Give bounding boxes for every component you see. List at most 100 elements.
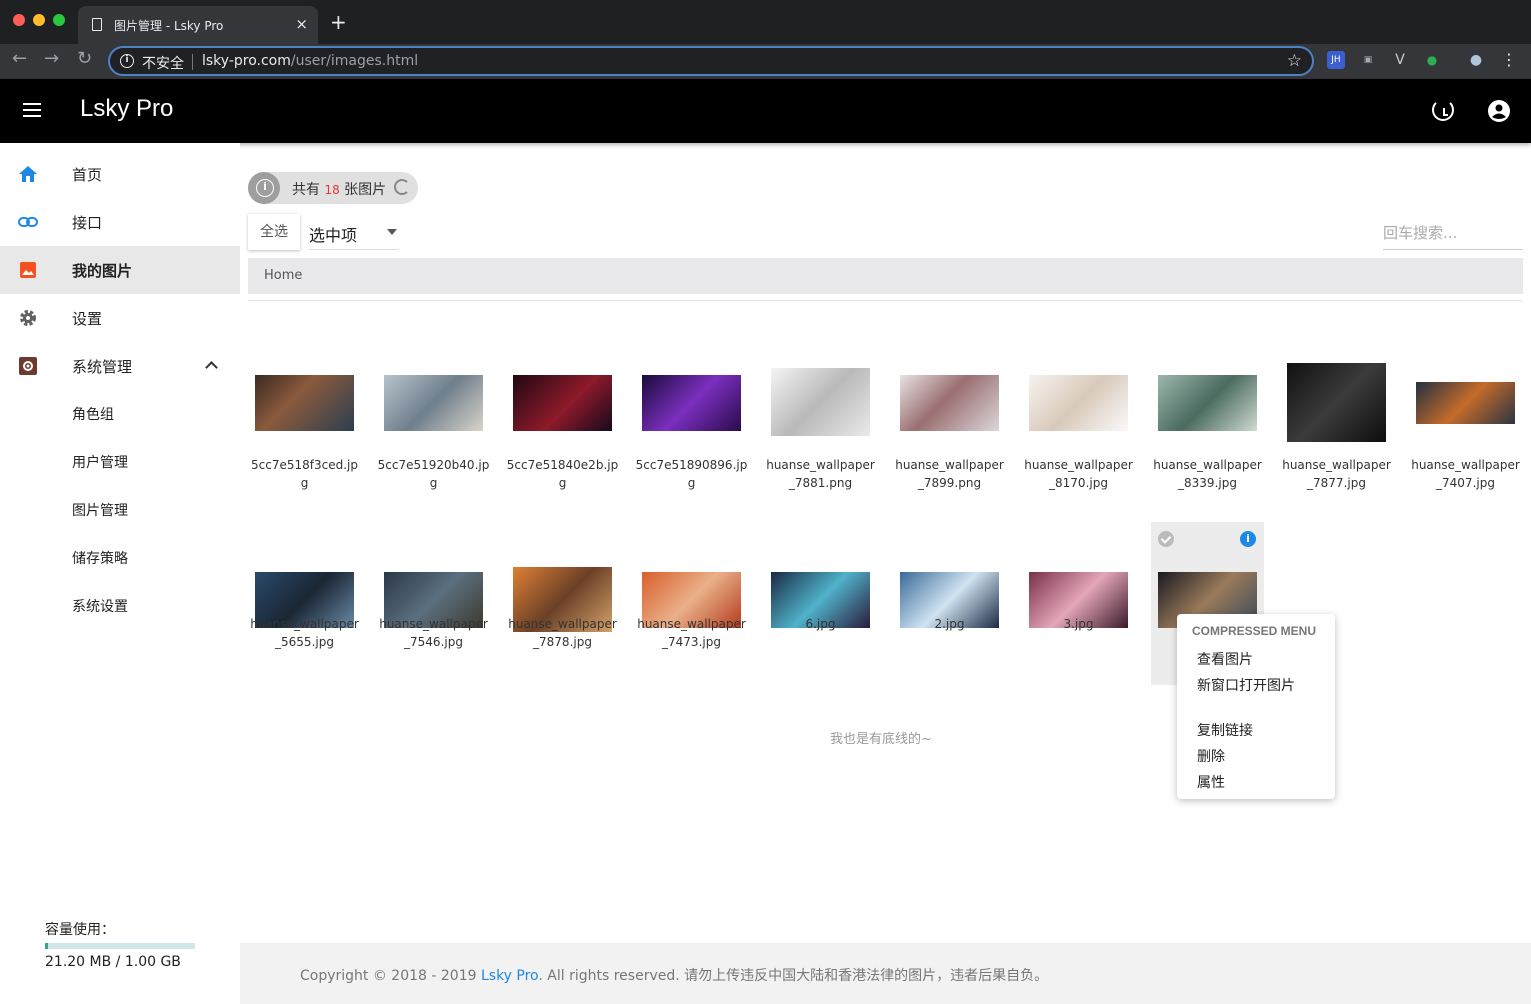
image-card[interactable]: huanse_wallpaper_7878.jpg: [506, 522, 619, 685]
sidebar-item-api[interactable]: 接口: [0, 198, 240, 246]
tab-title: 图片管理 - Lsky Pro: [114, 19, 224, 33]
end-of-list-note: 我也是有底线的~: [830, 732, 932, 747]
image-card[interactable]: huanse_wallpaper_7881.png: [764, 363, 877, 526]
menu-item-copy-link[interactable]: 复制链接: [1197, 720, 1253, 740]
image-thumbnail[interactable]: [384, 375, 483, 431]
image-thumbnail[interactable]: [513, 375, 612, 431]
image-card[interactable]: 5cc7e518f3ced.jpg: [248, 363, 361, 526]
new-tab-button[interactable]: +: [330, 12, 347, 32]
sidebar-subitem-users[interactable]: 用户管理: [0, 438, 240, 486]
image-card[interactable]: 6.jpg: [764, 522, 877, 685]
window-close-button[interactable]: [13, 14, 25, 26]
image-info-icon[interactable]: i: [1240, 531, 1256, 547]
sidebar-item-settings[interactable]: 设置: [0, 294, 240, 342]
image-filename: huanse_wallpaper_8170.jpg: [1024, 458, 1133, 490]
sidebar-item-home[interactable]: 首页: [0, 150, 240, 198]
sidebar-item-label: 接口: [72, 214, 103, 232]
sidebar-item-system-admin[interactable]: 系统管理: [0, 342, 240, 390]
image-card[interactable]: huanse_wallpaper_7473.jpg: [635, 522, 748, 685]
sidebar-item-label: 首页: [72, 166, 103, 184]
context-menu: COMPRESSED MENU 查看图片 新窗口打开图片 复制链接 删除 属性: [1177, 614, 1335, 799]
footer: Copyright © 2018 - 2019 Lsky Pro. All ri…: [240, 943, 1531, 1004]
image-card[interactable]: 5cc7e51840e2b.jpg: [506, 363, 619, 526]
image-filename: huanse_wallpaper_7878.jpg: [508, 617, 617, 649]
menu-item-open-new-window[interactable]: 新窗口打开图片: [1197, 675, 1295, 695]
image-card[interactable]: huanse_wallpaper_7407.jpg: [1409, 363, 1522, 526]
image-card[interactable]: huanse_wallpaper_7899.png: [893, 363, 1006, 526]
reload-icon[interactable]: ↻: [77, 48, 92, 69]
breadcrumb: Home: [248, 258, 1523, 294]
browser-tab-bar: 图片管理 - Lsky Pro × +: [0, 0, 1531, 44]
image-card[interactable]: huanse_wallpaper_7546.jpg: [377, 522, 490, 685]
document-icon: [92, 18, 102, 31]
sidebar-item-label: 设置: [72, 310, 103, 328]
sidebar-subitem-roles[interactable]: 角色组: [0, 390, 240, 438]
image-thumbnail[interactable]: [771, 368, 870, 436]
image-filename: huanse_wallpaper_5655.jpg: [250, 617, 359, 649]
sidebar-item-my-images[interactable]: 我的图片: [0, 246, 240, 294]
browser-menu-icon[interactable]: ⋮: [1500, 51, 1518, 69]
browser-toolbar: ← → ↻ i 不安全 lsky-pro.com/user/images.htm…: [0, 44, 1531, 79]
footer-brand-link[interactable]: Lsky Pro: [481, 968, 538, 984]
image-thumbnail[interactable]: [1029, 375, 1128, 431]
menu-item-view-image[interactable]: 查看图片: [1197, 649, 1253, 669]
sidebar-subitem-label: 储存策略: [72, 551, 128, 567]
forward-icon[interactable]: →: [44, 48, 59, 69]
image-thumbnail[interactable]: [1416, 382, 1515, 424]
select-check-icon[interactable]: [1158, 531, 1174, 547]
image-card[interactable]: huanse_wallpaper_8170.jpg: [1022, 363, 1135, 526]
sidebar-subitem-system-settings[interactable]: 系统设置: [0, 582, 240, 630]
site-info-icon[interactable]: i: [120, 54, 134, 68]
hamburger-menu-icon[interactable]: [23, 103, 41, 117]
image-card[interactable]: 3.jpg: [1022, 522, 1135, 685]
brand-title[interactable]: Lsky Pro: [80, 95, 173, 123]
account-icon[interactable]: [1487, 99, 1511, 123]
back-icon[interactable]: ←: [12, 48, 27, 69]
image-thumbnail[interactable]: [900, 375, 999, 431]
image-thumbnail[interactable]: [642, 375, 741, 431]
image-card[interactable]: huanse_wallpaper_5655.jpg: [248, 522, 361, 685]
extension-jh-icon[interactable]: JH: [1327, 51, 1345, 69]
sidebar-subitem-image-admin[interactable]: 图片管理: [0, 486, 240, 534]
selected-action-dropdown[interactable]: 选中项: [309, 214, 399, 250]
sidebar-subitem-label: 用户管理: [72, 455, 128, 471]
window-maximize-button[interactable]: [53, 14, 65, 26]
extension-screen-icon[interactable]: ▣: [1359, 51, 1377, 69]
refresh-icon[interactable]: [1432, 99, 1454, 121]
copyright-suffix: . All rights reserved. 请勿上传违反中国大陆和香港法律的图…: [538, 968, 1049, 984]
refresh-count-icon[interactable]: [394, 179, 410, 195]
sidebar-subitem-label: 角色组: [72, 407, 114, 423]
copyright-prefix: Copyright © 2018 - 2019: [300, 968, 481, 984]
url-host: lsky-pro.com: [202, 53, 291, 69]
image-card[interactable]: huanse_wallpaper_7877.jpg: [1280, 363, 1393, 526]
tab-close-icon[interactable]: ×: [295, 15, 308, 33]
window-minimize-button[interactable]: [33, 14, 45, 26]
count-prefix: 共有: [292, 182, 325, 198]
image-thumbnail[interactable]: [255, 375, 354, 431]
breadcrumb-home[interactable]: Home: [264, 268, 302, 283]
chevron-up-icon[interactable]: [205, 361, 218, 374]
image-thumbnail[interactable]: [1158, 375, 1257, 431]
menu-item-delete[interactable]: 删除: [1197, 746, 1225, 766]
sidebar-subitem-label: 图片管理: [72, 503, 128, 519]
image-card[interactable]: huanse_wallpaper_8339.jpg: [1151, 363, 1264, 526]
menu-item-properties[interactable]: 属性: [1197, 772, 1225, 792]
browser-tab[interactable]: 图片管理 - Lsky Pro ×: [78, 6, 318, 44]
image-card[interactable]: 5cc7e51920b40.jpg: [377, 363, 490, 526]
search-input[interactable]: [1383, 216, 1523, 250]
bookmark-star-icon[interactable]: ☆: [1287, 51, 1302, 71]
image-card[interactable]: 5cc7e51890896.jpg: [635, 363, 748, 526]
extension-paw-icon[interactable]: ●: [1423, 51, 1441, 69]
select-all-button[interactable]: 全选: [248, 214, 300, 250]
selected-action-value: 选中项: [309, 226, 358, 245]
sidebar-subitem-storage[interactable]: 储存策略: [0, 534, 240, 582]
count-suffix: 张图片: [339, 182, 387, 198]
image-thumbnail[interactable]: [1287, 363, 1386, 442]
image-count-chip: 共有 18 张图片: [248, 172, 418, 204]
extension-v-icon[interactable]: V: [1391, 51, 1409, 69]
address-bar[interactable]: i 不安全 lsky-pro.com/user/images.html ☆: [108, 46, 1314, 76]
profile-avatar-icon[interactable]: ●: [1467, 51, 1485, 69]
image-card[interactable]: 2.jpg: [893, 522, 1006, 685]
image-filename: huanse_wallpaper_8339.jpg: [1153, 458, 1262, 490]
quota-label: 容量使用：: [45, 922, 115, 938]
